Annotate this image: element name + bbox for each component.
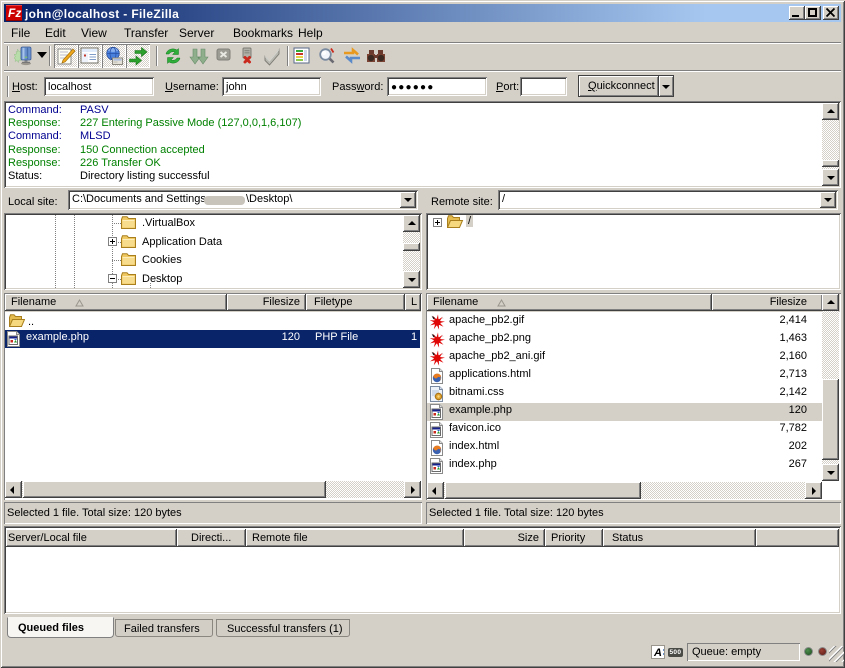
svg-text:Fz: Fz [8, 6, 21, 20]
